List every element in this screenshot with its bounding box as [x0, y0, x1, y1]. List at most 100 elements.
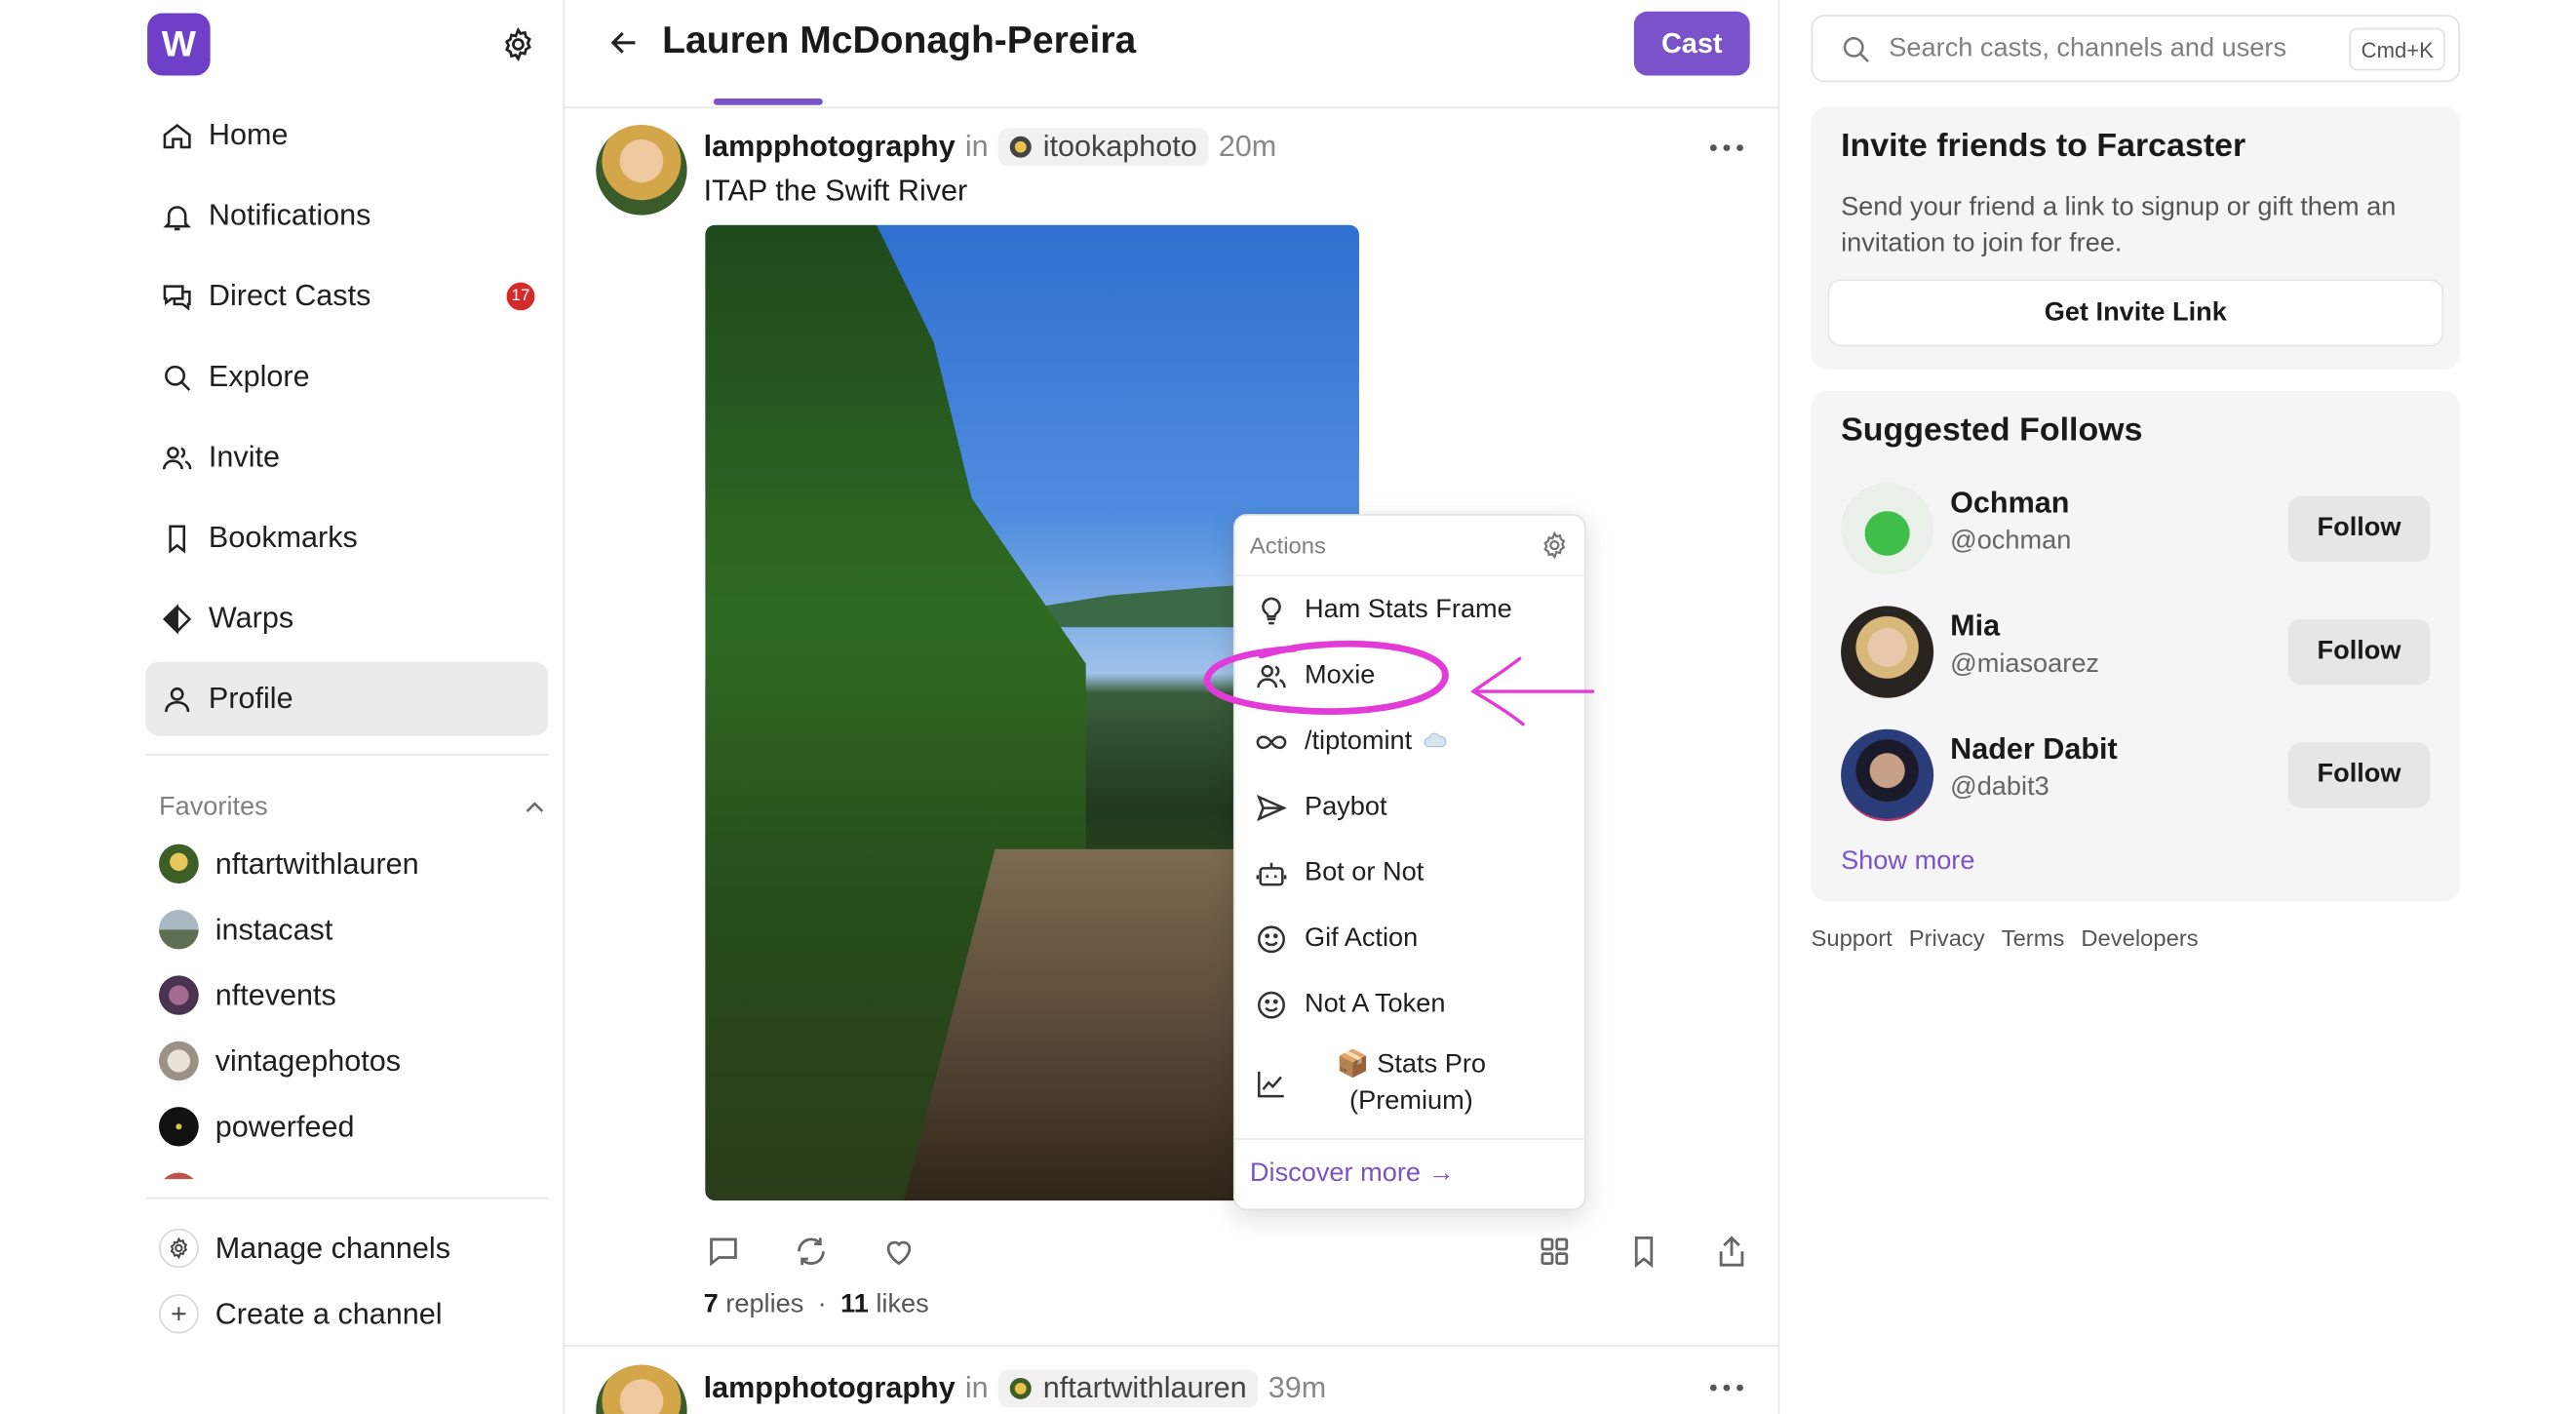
- action-label: Gif Action: [1304, 924, 1419, 953]
- author-avatar[interactable]: [596, 124, 687, 216]
- bookmark-icon: [159, 520, 195, 556]
- action-bot-or-not[interactable]: Bot or Not: [1235, 841, 1584, 906]
- cast-timestamp[interactable]: 39m: [1268, 1370, 1326, 1404]
- favorite-channel-name: nftartwithlauren: [215, 846, 419, 880]
- follow-button[interactable]: Follow: [2287, 495, 2431, 562]
- reply-icon[interactable]: [705, 1234, 741, 1270]
- channel-icon: [1009, 1377, 1032, 1399]
- warpcast-logo[interactable]: W: [147, 13, 211, 76]
- footer-link-support[interactable]: Support: [1812, 924, 1893, 951]
- likes-count[interactable]: 11: [840, 1291, 869, 1319]
- suggested-user: Nader Dabit @dabit3 Follow: [1841, 728, 2431, 822]
- cast-button[interactable]: Cast: [1633, 11, 1750, 76]
- favorite-channel[interactable]: vintagephotos: [158, 1028, 548, 1093]
- manage-channels-link[interactable]: Manage channels: [158, 1215, 548, 1280]
- action-paybot[interactable]: Paybot: [1235, 775, 1584, 841]
- page-title: Lauren McDonagh-Pereira: [662, 18, 1137, 61]
- suggested-user-name[interactable]: Nader Dabit: [1950, 732, 2118, 766]
- favorite-channel[interactable]: nftevents: [158, 962, 548, 1028]
- suggested-user-handle: @miasoarez: [1950, 649, 2100, 679]
- show-more-link[interactable]: Show more: [1841, 847, 1974, 877]
- bookmark-icon[interactable]: [1625, 1234, 1661, 1270]
- favorite-channel[interactable]: nftartwithlauren: [158, 831, 548, 896]
- channel-chip[interactable]: itookaphoto: [997, 127, 1209, 166]
- footer-link-privacy[interactable]: Privacy: [1909, 924, 1985, 951]
- favorite-channel[interactable]: instacast: [158, 897, 548, 962]
- lightbulb-icon: [1255, 595, 1288, 628]
- suggested-user-name[interactable]: Ochman: [1950, 486, 2069, 520]
- action-ham-stats-frame[interactable]: Ham Stats Frame: [1235, 578, 1584, 644]
- user-icon: [159, 681, 195, 717]
- cast-post[interactable]: lampphotography in itookaphoto 20m ITAP …: [564, 108, 1778, 1347]
- footer-link-terms[interactable]: Terms: [2002, 924, 2065, 951]
- actions-settings-gear-icon[interactable]: [1540, 530, 1570, 560]
- settings-gear-icon[interactable]: [500, 26, 536, 62]
- user-avatar[interactable]: [1841, 483, 1934, 575]
- replies-label[interactable]: replies: [725, 1291, 803, 1319]
- nav-item-label: Bookmarks: [208, 520, 358, 554]
- cast-timestamp[interactable]: 20m: [1219, 129, 1276, 163]
- likes-label[interactable]: likes: [876, 1291, 928, 1319]
- nav-item-direct-casts[interactable]: Direct Casts 17: [145, 259, 548, 334]
- replies-count[interactable]: 7: [704, 1291, 719, 1319]
- share-icon[interactable]: [1713, 1234, 1749, 1270]
- favorite-channel[interactable]: powerfeed: [158, 1094, 548, 1159]
- cast-meta: lampphotography in itookaphoto 20m: [704, 125, 1276, 168]
- author-avatar[interactable]: [596, 1364, 687, 1414]
- create-channel-link[interactable]: Create a channel: [158, 1281, 548, 1347]
- suggested-user-name[interactable]: Mia: [1950, 609, 2000, 644]
- action-tiptomint[interactable]: /tiptomint: [1235, 710, 1584, 775]
- channel-avatar: [158, 975, 199, 1015]
- user-avatar[interactable]: [1841, 728, 1934, 822]
- home-icon: [159, 117, 195, 153]
- chevron-up-icon[interactable]: [522, 795, 548, 821]
- nav-item-home[interactable]: Home: [145, 98, 548, 173]
- favorite-channel-name: nftevents: [215, 977, 336, 1011]
- favorites-label: Favorites: [158, 793, 268, 822]
- create-channel-label: Create a channel: [215, 1296, 443, 1330]
- nav-item-label: Home: [208, 118, 289, 151]
- recast-icon[interactable]: [793, 1234, 829, 1270]
- nav-item-label: Direct Casts: [208, 279, 371, 312]
- follow-button[interactable]: Follow: [2287, 742, 2431, 808]
- author-username[interactable]: lampphotography: [704, 1370, 956, 1404]
- users-icon: [159, 439, 195, 475]
- footer-link-developers[interactable]: Developers: [2081, 924, 2198, 951]
- nav-item-label: Warps: [208, 601, 294, 635]
- nav-item-explore[interactable]: Explore: [145, 340, 548, 414]
- infinity-icon: [1255, 726, 1288, 759]
- like-heart-icon[interactable]: [880, 1234, 917, 1270]
- nav-item-profile[interactable]: Profile: [145, 661, 549, 736]
- actions-grid-icon[interactable]: [1537, 1234, 1573, 1270]
- discover-more-link[interactable]: Discover more →: [1234, 1138, 1584, 1208]
- nav-item-warps[interactable]: Warps: [145, 581, 548, 655]
- cast-stats: 7 replies · 11 likes: [704, 1291, 929, 1320]
- nav-item-invite[interactable]: Invite: [145, 420, 548, 494]
- action-stats-pro[interactable]: 📦 Stats Pro (Premium): [1235, 1038, 1584, 1129]
- send-icon: [1255, 792, 1288, 825]
- suggested-user-handle: @ochman: [1950, 527, 2072, 556]
- nav-item-bookmarks[interactable]: Bookmarks: [145, 501, 548, 575]
- more-options-icon[interactable]: [1707, 1371, 1747, 1404]
- main-nav: Home Notifications Direct Casts 17 Explo…: [145, 98, 549, 742]
- cast-post[interactable]: lampphotography in nftartwithlauren 39m: [565, 1349, 1778, 1414]
- get-invite-link-button[interactable]: Get Invite Link: [1827, 279, 2444, 347]
- search-shortcut-hint: Cmd+K: [2349, 27, 2445, 71]
- action-label: Paybot: [1304, 793, 1387, 822]
- unread-badge: 17: [506, 282, 535, 311]
- action-gif-action[interactable]: Gif Action: [1235, 907, 1584, 972]
- follow-button[interactable]: Follow: [2287, 618, 2431, 686]
- nav-item-notifications[interactable]: Notifications: [145, 179, 548, 254]
- search-bar[interactable]: Cmd+K: [1811, 15, 2461, 83]
- more-options-icon[interactable]: [1707, 132, 1747, 165]
- action-not-a-token[interactable]: Not A Token: [1235, 972, 1584, 1038]
- author-username[interactable]: lampphotography: [704, 129, 956, 163]
- manage-channels-label: Manage channels: [215, 1231, 451, 1264]
- user-avatar[interactable]: [1841, 606, 1934, 698]
- favorites-header[interactable]: Favorites: [159, 793, 548, 822]
- search-input[interactable]: [1889, 33, 2336, 63]
- actions-menu-header: Actions: [1234, 516, 1584, 577]
- action-moxie[interactable]: Moxie: [1235, 644, 1584, 709]
- back-arrow-icon[interactable]: [607, 26, 641, 59]
- channel-chip[interactable]: nftartwithlauren: [997, 1368, 1259, 1407]
